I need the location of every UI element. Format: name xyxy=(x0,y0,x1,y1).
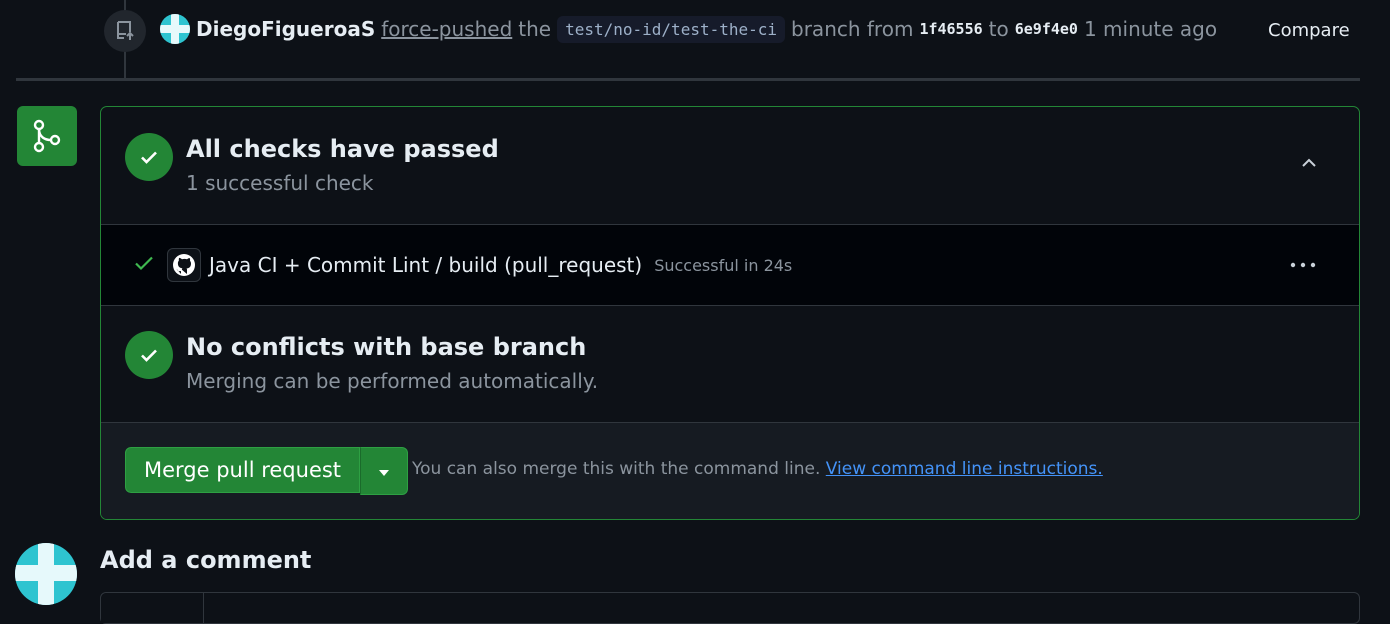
merge-hint: You can also merge this with the command… xyxy=(412,459,1103,479)
check-run-row[interactable]: Java CI + Commit Lint / build (pull_requ… xyxy=(101,225,1359,306)
kebab-menu-icon[interactable] xyxy=(1287,253,1319,277)
event-text-the: the xyxy=(518,17,552,41)
conflicts-title: No conflicts with base branch xyxy=(186,333,587,361)
checks-title: All checks have passed xyxy=(186,135,499,163)
branch-name[interactable]: test/no-id/test-the-ci xyxy=(557,15,786,43)
avatar[interactable] xyxy=(160,14,190,44)
timeline-divider xyxy=(16,78,1360,81)
add-comment-heading: Add a comment xyxy=(100,546,312,574)
push-event: DiegoFigueroaS force-pushed the test/no-… xyxy=(160,14,1217,44)
check-circle-icon xyxy=(125,331,173,379)
check-circle-icon xyxy=(125,133,173,181)
merge-box: All checks have passed 1 successful chec… xyxy=(100,106,1360,520)
merge-button-group: Merge pull request xyxy=(125,447,409,495)
checks-section[interactable]: All checks have passed 1 successful chec… xyxy=(101,107,1359,225)
merge-pull-request-button[interactable]: Merge pull request xyxy=(125,447,361,493)
merge-section: Merge pull request You can also merge th… xyxy=(101,423,1359,519)
conflicts-section: No conflicts with base branch Merging ca… xyxy=(101,306,1359,423)
force-pushed-link[interactable]: force-pushed xyxy=(381,17,512,41)
triangle-down-icon xyxy=(378,462,390,481)
merge-hint-text: You can also merge this with the command… xyxy=(412,459,821,479)
event-text-branch-from: branch from xyxy=(791,17,914,41)
git-merge-icon xyxy=(17,106,77,166)
checks-subtitle: 1 successful check xyxy=(186,171,374,195)
chevron-up-icon[interactable] xyxy=(1297,151,1321,175)
tab-write[interactable] xyxy=(101,593,204,623)
command-line-instructions-link[interactable]: View command line instructions. xyxy=(826,459,1103,479)
repo-push-icon xyxy=(104,10,146,52)
check-run-status: Successful in 24s xyxy=(654,255,793,275)
check-run-name[interactable]: Java CI + Commit Lint / build (pull_requ… xyxy=(209,253,642,277)
conflicts-subtitle: Merging can be performed automatically. xyxy=(186,369,599,393)
event-text-to: to xyxy=(988,17,1009,41)
event-time[interactable]: 1 minute ago xyxy=(1084,17,1217,41)
github-logo-icon xyxy=(167,248,201,282)
author-link[interactable]: DiegoFigueroaS xyxy=(196,17,375,41)
compare-link[interactable]: Compare xyxy=(1268,20,1350,41)
avatar[interactable] xyxy=(15,543,77,605)
merge-options-dropdown[interactable] xyxy=(360,447,409,495)
to-sha-link[interactable]: 6e9f4e0 xyxy=(1015,20,1078,38)
check-icon xyxy=(133,252,155,278)
comment-editor[interactable] xyxy=(100,592,1360,624)
from-sha-link[interactable]: 1f46556 xyxy=(919,20,982,38)
